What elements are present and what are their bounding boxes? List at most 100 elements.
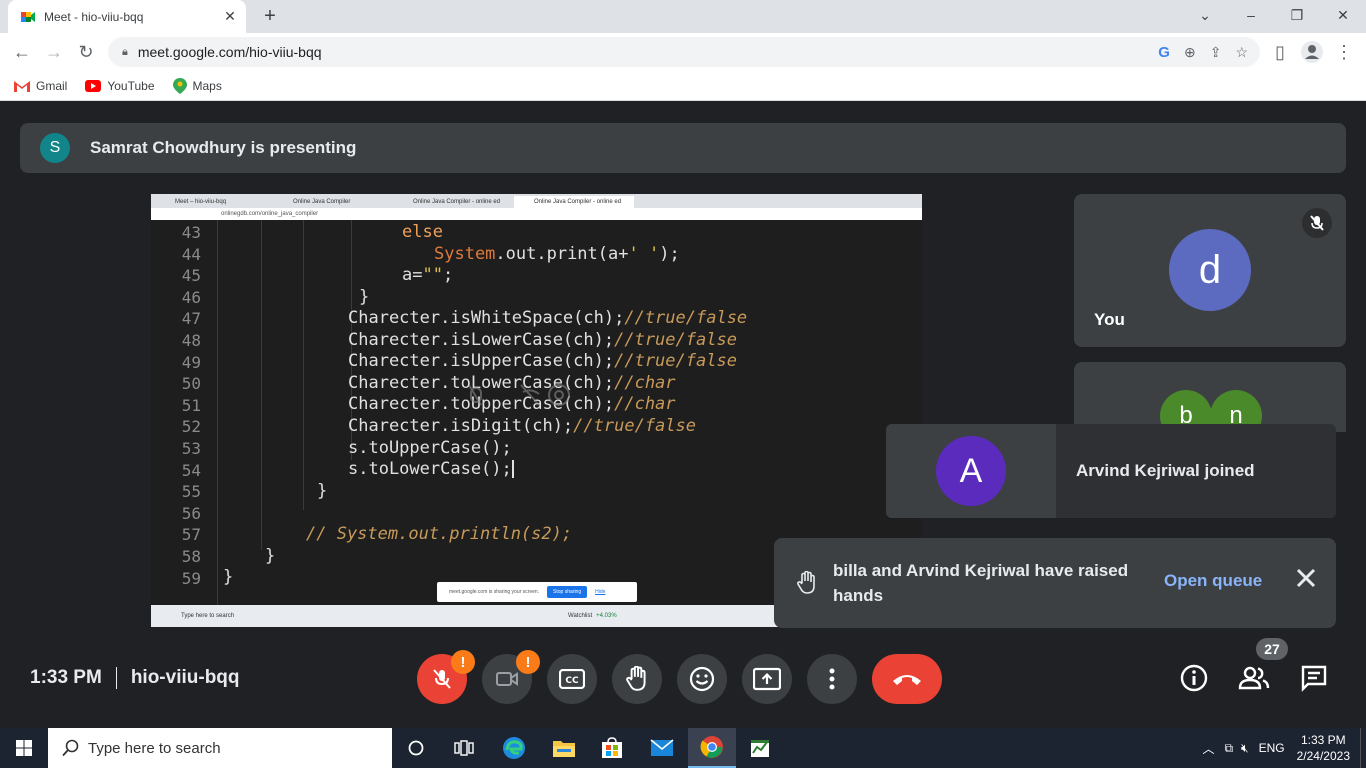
store-icon[interactable]: [588, 728, 636, 768]
meet-tray-icon[interactable]: ⧉: [1224, 741, 1233, 756]
menu-icon[interactable]: ⋮: [1328, 36, 1360, 68]
code-line: a="";: [402, 265, 454, 285]
chrome-taskbar-icon[interactable]: [688, 728, 736, 768]
code-line: Charecter.isWhiteSpace(ch);//true/false: [348, 308, 748, 328]
side-panel-icon[interactable]: ▯: [1264, 36, 1296, 68]
people-button[interactable]: [1236, 660, 1272, 696]
line-number: 56: [181, 503, 201, 523]
edge-icon[interactable]: [490, 728, 538, 768]
meeting-controls: 1:33 PM hio-viiu-bqq ! ! CC 27: [0, 630, 1366, 728]
share-icon[interactable]: ⇪: [1210, 44, 1222, 61]
close-icon[interactable]: [1294, 566, 1318, 590]
taskbar-clock[interactable]: 1:33 PM 2/24/2023: [1297, 732, 1350, 764]
more-options-button[interactable]: [807, 654, 857, 704]
back-icon[interactable]: ←: [6, 36, 38, 68]
tab-title: Meet - hio-viiu-bqq: [44, 9, 144, 24]
browser-tab[interactable]: Meet - hio-viiu-bqq ✕: [8, 0, 246, 33]
raised-hands-message: billa and Arvind Kejriwal have raised ha…: [833, 561, 1129, 605]
code-line: }: [359, 287, 370, 307]
bookmark-maps[interactable]: Maps: [172, 77, 222, 94]
emoji-icon: [689, 666, 715, 692]
tab-search-icon[interactable]: ⌄: [1182, 0, 1228, 30]
code-line: System.out.print(a+' ');: [434, 244, 680, 264]
stop-sharing-button[interactable]: Stop sharing: [547, 586, 588, 598]
present-icon: [753, 667, 781, 691]
language-indicator[interactable]: ENG: [1259, 741, 1285, 755]
bookmark-star-icon[interactable]: ☆: [1235, 44, 1248, 61]
maps-icon: [172, 77, 187, 94]
shared-tabstrip: Meet – hio-viiu-bqq Online Java Compiler…: [151, 194, 922, 208]
hangup-icon: [893, 675, 921, 685]
profile-icon[interactable]: [1296, 36, 1328, 68]
chat-icon: [1301, 665, 1327, 692]
gmail-icon: [14, 80, 30, 92]
restore-icon[interactable]: ❐: [1274, 0, 1320, 30]
volume-muted-icon[interactable]: 🔇︎: [1241, 741, 1249, 756]
presenting-banner: S Samrat Chowdhury is presenting: [20, 123, 1346, 173]
meeting-details-button[interactable]: [1176, 660, 1212, 696]
shared-watchlist-change: +4.03%: [596, 613, 617, 619]
people-icon: [1238, 666, 1270, 690]
line-number: 43: [181, 223, 201, 242]
shared-tab: Online Java Compiler - online ed: [514, 196, 634, 208]
line-number: 53: [181, 439, 201, 458]
forward-icon[interactable]: →: [38, 36, 70, 68]
code-line: }: [265, 546, 276, 566]
tab-close-icon[interactable]: ✕: [222, 8, 238, 25]
reactions-button[interactable]: [677, 654, 727, 704]
line-number: 58: [181, 547, 201, 566]
code-line: Charecter.isDigit(ch);//true/false: [348, 416, 696, 436]
info-icon: [1180, 664, 1208, 692]
shared-tab: Online Java Compiler: [293, 199, 351, 205]
indent-guide: [261, 220, 262, 550]
close-window-icon[interactable]: ✕: [1320, 0, 1366, 30]
app-icon[interactable]: [736, 728, 784, 768]
self-video-tile[interactable]: d You: [1074, 194, 1346, 347]
participant-count: 27: [1256, 638, 1288, 660]
participants-tile[interactable]: b n: [1074, 362, 1346, 432]
taskbar-search[interactable]: Type here to search: [48, 728, 392, 768]
task-view-icon[interactable]: [440, 728, 488, 768]
meeting-info: 1:33 PM hio-viiu-bqq: [30, 667, 240, 689]
meet-favicon: [20, 9, 36, 25]
camera-toggle-button[interactable]: !: [482, 650, 540, 704]
line-number: 44: [181, 244, 201, 264]
mic-toggle-button[interactable]: !: [417, 650, 475, 704]
browser-toolbar: ← → ↻ 🔒︎ meet.google.com/hio-viiu-bqq G …: [0, 33, 1366, 71]
code-line: }: [317, 481, 328, 501]
captions-button[interactable]: CC: [547, 654, 597, 704]
leave-call-button[interactable]: [872, 654, 942, 704]
joined-text: Arvind Kejriwal joined: [1056, 424, 1336, 518]
start-button[interactable]: [0, 728, 48, 768]
youtube-icon: [85, 79, 102, 92]
new-tab-button[interactable]: +: [258, 4, 282, 28]
open-queue-button[interactable]: Open queue: [1164, 571, 1262, 591]
cortana-icon[interactable]: [392, 728, 440, 768]
bookmark-gmail[interactable]: Gmail: [14, 79, 67, 93]
camera-warning-badge: !: [516, 650, 540, 674]
camera-off-icon: [496, 672, 518, 686]
url-text: meet.google.com/hio-viiu-bqq: [137, 44, 322, 60]
meeting-time: 1:33 PM: [30, 667, 102, 688]
hide-button[interactable]: Hide: [595, 589, 605, 595]
raise-hand-button[interactable]: [612, 654, 662, 704]
present-button[interactable]: [742, 654, 792, 704]
address-bar[interactable]: 🔒︎ meet.google.com/hio-viiu-bqq G ⊕ ⇪ ☆: [108, 37, 1260, 67]
windows-icon: [16, 740, 32, 756]
shared-watchlist: Watchlist: [568, 613, 593, 619]
show-hidden-icon[interactable]: ︿: [1202, 740, 1214, 757]
google-icon[interactable]: G: [1158, 44, 1170, 61]
zoom-icon[interactable]: ⊕: [1184, 44, 1196, 61]
mail-icon[interactable]: [638, 728, 686, 768]
chat-button[interactable]: [1296, 660, 1332, 696]
line-number: 52: [181, 417, 201, 437]
mic-warning-badge: !: [451, 650, 475, 674]
file-explorer-icon[interactable]: [540, 728, 588, 768]
search-placeholder: Type here to search: [88, 739, 221, 757]
reload-icon[interactable]: ↻: [70, 36, 102, 68]
code-line: // System.out.println(s2);: [306, 524, 573, 544]
show-desktop[interactable]: [1360, 728, 1366, 768]
shared-taskbar-search: Type here to search: [181, 613, 235, 619]
bookmark-youtube[interactable]: YouTube: [85, 79, 155, 93]
minimize-icon[interactable]: –: [1228, 0, 1274, 30]
